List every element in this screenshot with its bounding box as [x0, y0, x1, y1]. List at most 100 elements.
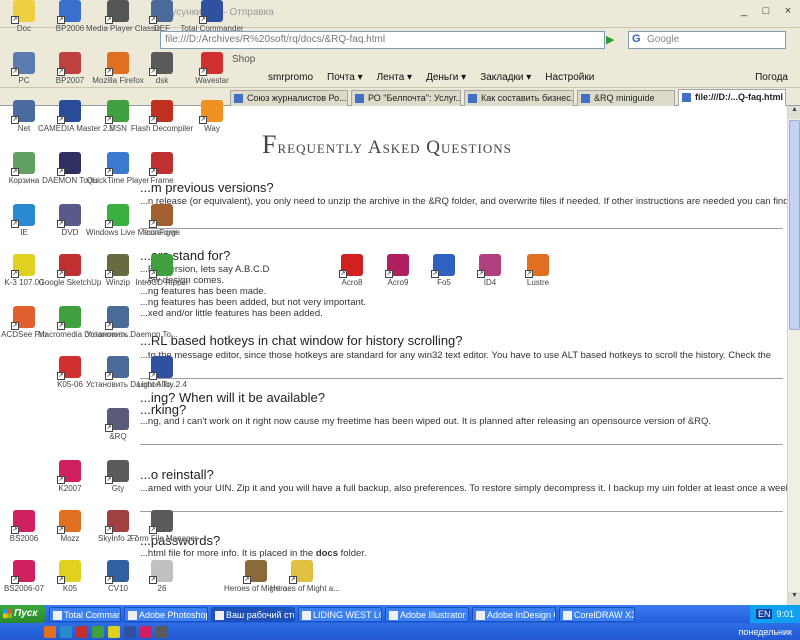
- vertical-scrollbar[interactable]: ▲ ▼: [787, 106, 800, 605]
- toolbar-item-bookmarks[interactable]: Закладки ▾: [480, 72, 531, 83]
- divider: [140, 228, 783, 229]
- go-button[interactable]: ▶: [606, 33, 620, 47]
- app-icon: [563, 610, 572, 620]
- archive-icon: ↗: [105, 254, 129, 278]
- language-indicator[interactable]: EN: [755, 609, 773, 619]
- firefox-icon[interactable]: [44, 625, 56, 638]
- app-icon[interactable]: [140, 625, 152, 638]
- answer-text: ...html file for more info. It is placed…: [140, 548, 316, 559]
- acrobat-icon: ↗: [339, 254, 363, 278]
- desktop-shortcut-label: Way: [204, 124, 220, 133]
- desktop-shortcut-label: Form File Manager: [130, 534, 198, 543]
- page-title: Frequently Asked Questions: [262, 130, 512, 159]
- desktop-shortcut-label: Wavestar: [195, 76, 229, 85]
- toolbar-item-smrpromo[interactable]: smrpromo: [268, 72, 313, 83]
- server-icon: ↗: [149, 0, 173, 24]
- shortcut-arrow-icon: ↗: [11, 220, 19, 228]
- shortcut-arrow-icon: ↗: [385, 270, 393, 278]
- folder-icon: ↗: [11, 0, 35, 24]
- tab-rq-faq[interactable]: file:///D:/...Q-faq.html: [678, 89, 786, 106]
- desktop-shortcut[interactable]: ↗ Way: [180, 100, 244, 133]
- system-tray: EN 9:01: [749, 605, 800, 623]
- shortcut-arrow-icon: ↗: [149, 220, 157, 228]
- desktop-shortcut[interactable]: ↗ IconForge: [130, 204, 194, 237]
- start-button[interactable]: Пуск: [0, 605, 46, 623]
- desktop-shortcut[interactable]: ↗ &RQ: [86, 408, 150, 441]
- desktop-shortcut-label: Light Alloy 2.4: [137, 380, 187, 389]
- app-icon[interactable]: [124, 625, 136, 638]
- faq-answer: ...ng, and i can't work on it right now …: [140, 416, 712, 427]
- tab-journalists[interactable]: Союз журналистов Ро...: [230, 90, 348, 106]
- desktop-shortcut[interactable]: ↗ Gty: [86, 460, 150, 493]
- clock[interactable]: 9:01: [776, 609, 794, 619]
- scroll-up-button[interactable]: ▲: [788, 106, 800, 119]
- scroll-down-button[interactable]: ▼: [788, 592, 800, 605]
- task-photoshop[interactable]: Adobe Photoshop CS3: [124, 606, 208, 622]
- task-total-commander[interactable]: Total Commander 7....: [49, 606, 121, 622]
- desktop-shortcut[interactable]: ↗ Frame: [130, 152, 194, 185]
- desktop-shortcut[interactable]: ↗ Form File Manager: [130, 510, 198, 543]
- toolbar-item-money[interactable]: Деньги ▾: [426, 72, 466, 83]
- desktop-shortcut[interactable]: ↗ Heroes of Might a...: [270, 560, 340, 593]
- toolbar-item-settings[interactable]: Настройки: [545, 72, 594, 83]
- flash-icon: ↗: [149, 100, 173, 124]
- shortcut-arrow-icon: ↗: [149, 576, 157, 584]
- search-placeholder: Google: [647, 34, 680, 45]
- game-icon: ↗: [243, 560, 267, 584]
- quicktime-icon: ↗: [105, 152, 129, 176]
- answer-bold: docs: [315, 548, 339, 559]
- desktop-shortcut[interactable]: ↗ Wavestar: [180, 52, 244, 85]
- maximize-button[interactable]: □: [758, 4, 774, 18]
- tab-label: &RQ miniguide: [594, 93, 655, 103]
- ie-icon[interactable]: [60, 625, 72, 638]
- toolbar-item-mail[interactable]: Почта ▾: [327, 72, 363, 83]
- shortcut-arrow-icon: ↗: [105, 220, 113, 228]
- desktop-shortcut[interactable]: ↗ Установить Daemon To...: [86, 306, 178, 339]
- folder-icon: ↗: [289, 560, 313, 584]
- address-bar[interactable]: file:///D:/Archives/R%20soft/rq/docs/&RQ…: [160, 31, 605, 49]
- desktop-shortcut[interactable]: ↗ 26: [130, 560, 194, 593]
- task-label: LIDING WEST LOGO: [313, 609, 381, 620]
- search-input[interactable]: G Google: [628, 31, 786, 49]
- task-desktop[interactable]: Ваш рабочий стол :...: [211, 606, 295, 622]
- desktop-shortcut-label: Установить Daemon To...: [86, 330, 178, 339]
- task-liding-logo[interactable]: LIDING WEST LOGO: [298, 606, 382, 622]
- scroll-thumb[interactable]: [789, 120, 800, 330]
- app-icon: ↗: [105, 510, 129, 534]
- app-icon[interactable]: [92, 625, 104, 638]
- sketchup-icon: ↗: [57, 254, 81, 278]
- answer-text: folder.: [338, 548, 367, 559]
- app-icon: ↗: [105, 560, 129, 584]
- app-icon: ↗: [57, 356, 81, 380]
- app-icon: ↗: [149, 254, 173, 278]
- tab-rq-miniguide[interactable]: &RQ miniguide: [577, 90, 675, 106]
- shortcut-arrow-icon: ↗: [57, 270, 65, 278]
- day-label: понедельник: [738, 626, 793, 637]
- desktop-shortcut-label: Total Commander: [180, 24, 244, 33]
- app-icon[interactable]: [76, 625, 88, 638]
- desktop-shortcut[interactable]: ↗ Total Commander: [180, 0, 244, 33]
- app-icon: ↗: [525, 254, 549, 278]
- desktop-shortcut[interactable]: ↗ Light Alloy 2.4: [130, 356, 194, 389]
- shortcut-arrow-icon: ↗: [149, 68, 157, 76]
- desktop-shortcut-label: 26: [157, 584, 167, 593]
- shortcut-arrow-icon: ↗: [105, 526, 113, 534]
- toolbar-item-weather[interactable]: Погода: [755, 72, 788, 83]
- minimize-button[interactable]: _: [736, 4, 752, 18]
- desktop-shortcut[interactable]: ↗ Lustre: [506, 254, 570, 287]
- task-indesign[interactable]: Adobe InDesign CS3...: [472, 606, 556, 622]
- app-icon[interactable]: [108, 625, 120, 638]
- toolbar-item-feed[interactable]: Лента ▾: [377, 72, 412, 83]
- shortcut-arrow-icon: ↗: [57, 168, 65, 176]
- task-illustrator[interactable]: Adobe Illustrator - [k...: [385, 606, 469, 622]
- shortcut-arrow-icon: ↗: [57, 322, 65, 330]
- desktop-shortcut-label: IntroCD Ripper: [135, 278, 189, 287]
- close-button[interactable]: ×: [780, 4, 796, 18]
- desktop-shortcut[interactable]: ↗ IntroCD Ripper: [130, 254, 194, 287]
- tab-business[interactable]: Как составить бизнес...: [464, 90, 574, 106]
- tab-belpochta[interactable]: РО "Белпочта": Услуг...: [351, 90, 461, 106]
- page-icon: [581, 94, 590, 103]
- app-icon[interactable]: [156, 625, 168, 638]
- gear-icon: ↗: [149, 560, 173, 584]
- task-coreldraw[interactable]: CorelDRAW X3: [559, 606, 635, 622]
